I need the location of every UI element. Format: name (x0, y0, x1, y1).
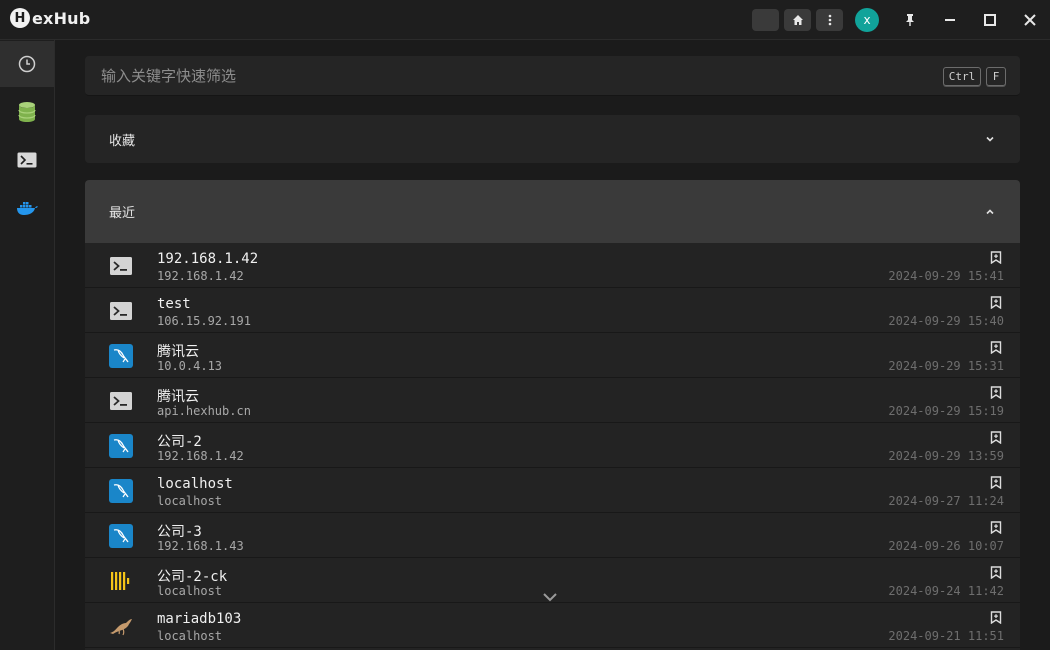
minimize-icon (945, 19, 955, 21)
terminal-icon (109, 389, 133, 413)
more-vertical-icon (828, 14, 831, 26)
connection-row[interactable]: 腾讯云 api.hexhub.cn 2024-09-29 15:19 (85, 378, 1020, 423)
moon-icon (759, 15, 765, 25)
scroll-down-chevron-icon[interactable] (541, 590, 559, 604)
database-icon (18, 102, 36, 122)
mysql-icon (109, 434, 133, 458)
terminal-icon (17, 152, 37, 168)
user-avatar[interactable]: x (855, 8, 879, 32)
connection-host: localhost (157, 629, 223, 643)
clickhouse-icon (109, 569, 133, 593)
bookmark-add-icon[interactable] (990, 476, 1002, 489)
connection-name: 腾讯云 (157, 344, 199, 360)
connection-row[interactable]: localhost localhost 2024-09-27 11:24 (85, 468, 1020, 513)
title-bar: H exHub x (0, 0, 1050, 40)
maximize-button[interactable] (980, 10, 1000, 30)
home-icon (792, 15, 803, 25)
connection-host: 192.168.1.42 (157, 269, 244, 283)
connection-host: 192.168.1.42 (157, 449, 244, 463)
connection-row[interactable]: 腾讯云 10.0.4.13 2024-09-29 15:31 (85, 333, 1020, 378)
mysql-icon (109, 479, 133, 503)
connection-host: 192.168.1.43 (157, 539, 244, 553)
terminal-icon (109, 299, 133, 323)
sidebar-item-terminal[interactable] (0, 137, 54, 183)
connection-name: mariadb103 (157, 611, 242, 627)
minimize-button[interactable] (940, 10, 960, 30)
bookmark-add-icon[interactable] (990, 296, 1002, 309)
bookmark-add-icon[interactable] (990, 611, 1002, 624)
mysql-icon (109, 344, 133, 368)
connection-host: 106.15.92.191 (157, 314, 251, 328)
connection-row[interactable]: 公司-3 192.168.1.43 2024-09-26 10:07 (85, 513, 1020, 558)
search-bar: Ctrl F (85, 56, 1020, 96)
connection-name: 公司-2-ck (157, 569, 228, 585)
connection-last-used: 2024-09-29 15:41 (888, 269, 1004, 283)
recent-label: 最近 (109, 206, 136, 221)
connection-last-used: 2024-09-29 15:40 (888, 314, 1004, 328)
connection-host: localhost (157, 584, 223, 598)
bookmark-add-icon[interactable] (990, 251, 1002, 264)
connection-last-used: 2024-09-29 13:59 (888, 449, 1004, 463)
shortcut-f-key: F (986, 67, 1006, 86)
close-button[interactable] (1020, 10, 1040, 30)
connection-last-used: 2024-09-29 15:19 (888, 404, 1004, 418)
sidebar-item-database[interactable] (0, 89, 54, 135)
connection-host: 10.0.4.13 (157, 359, 223, 373)
favorites-panel-header[interactable]: 收藏 (85, 115, 1020, 163)
connection-last-used: 2024-09-29 15:31 (888, 359, 1004, 373)
terminal-icon (109, 254, 133, 278)
connection-name: 192.168.1.42 (157, 251, 259, 267)
bookmark-add-icon[interactable] (990, 341, 1002, 354)
connection-row[interactable]: test 106.15.92.191 2024-09-29 15:40 (85, 288, 1020, 333)
connection-host: localhost (157, 494, 223, 508)
connection-name: 腾讯云 (157, 389, 199, 405)
connection-last-used: 2024-09-26 10:07 (888, 539, 1004, 553)
sidebar-item-history[interactable] (0, 41, 54, 87)
recent-connection-list: 192.168.1.42 192.168.1.42 2024-09-29 15:41… (85, 243, 1020, 650)
theme-toggle-button[interactable] (752, 9, 779, 31)
connection-last-used: 2024-09-24 11:42 (888, 584, 1004, 598)
chevron-down-icon (986, 136, 994, 142)
recent-panel-header[interactable]: 最近 (85, 180, 1020, 243)
connection-name: localhost (157, 476, 233, 492)
connection-row[interactable]: 公司-2 192.168.1.42 2024-09-29 13:59 (85, 423, 1020, 468)
sidebar (0, 40, 55, 650)
app-logo: H exHub (10, 8, 90, 28)
pin-button[interactable] (900, 10, 920, 30)
connection-row[interactable]: mariadb103 localhost 2024-09-21 11:51 (85, 603, 1020, 648)
docker-icon (17, 202, 38, 215)
shortcut-ctrl-key: Ctrl (943, 67, 981, 86)
history-icon (18, 55, 36, 73)
pin-icon (906, 14, 914, 26)
home-button[interactable] (784, 9, 811, 31)
logo-badge: H (10, 8, 30, 28)
connection-row[interactable]: 192.168.1.42 192.168.1.42 2024-09-29 15:41 (85, 243, 1020, 288)
mariadb-icon (109, 614, 133, 638)
connection-host: api.hexhub.cn (157, 404, 251, 418)
mysql-icon (109, 524, 133, 548)
app-name: exHub (32, 8, 91, 28)
connection-last-used: 2024-09-21 11:51 (888, 629, 1004, 643)
bookmark-add-icon[interactable] (990, 566, 1002, 579)
bookmark-add-icon[interactable] (990, 521, 1002, 534)
chevron-up-icon (986, 208, 994, 214)
connection-last-used: 2024-09-27 11:24 (888, 494, 1004, 508)
bookmark-add-icon[interactable] (990, 431, 1002, 444)
connection-name: test (157, 296, 191, 312)
connection-name: 公司-2 (157, 434, 202, 450)
maximize-icon (984, 14, 996, 26)
connection-name: 公司-3 (157, 524, 202, 540)
more-menu-button[interactable] (816, 9, 843, 31)
search-input[interactable] (101, 56, 901, 96)
bookmark-add-icon[interactable] (990, 386, 1002, 399)
favorites-label: 收藏 (109, 133, 136, 149)
close-icon (1024, 14, 1036, 26)
sidebar-item-docker[interactable] (0, 185, 54, 231)
